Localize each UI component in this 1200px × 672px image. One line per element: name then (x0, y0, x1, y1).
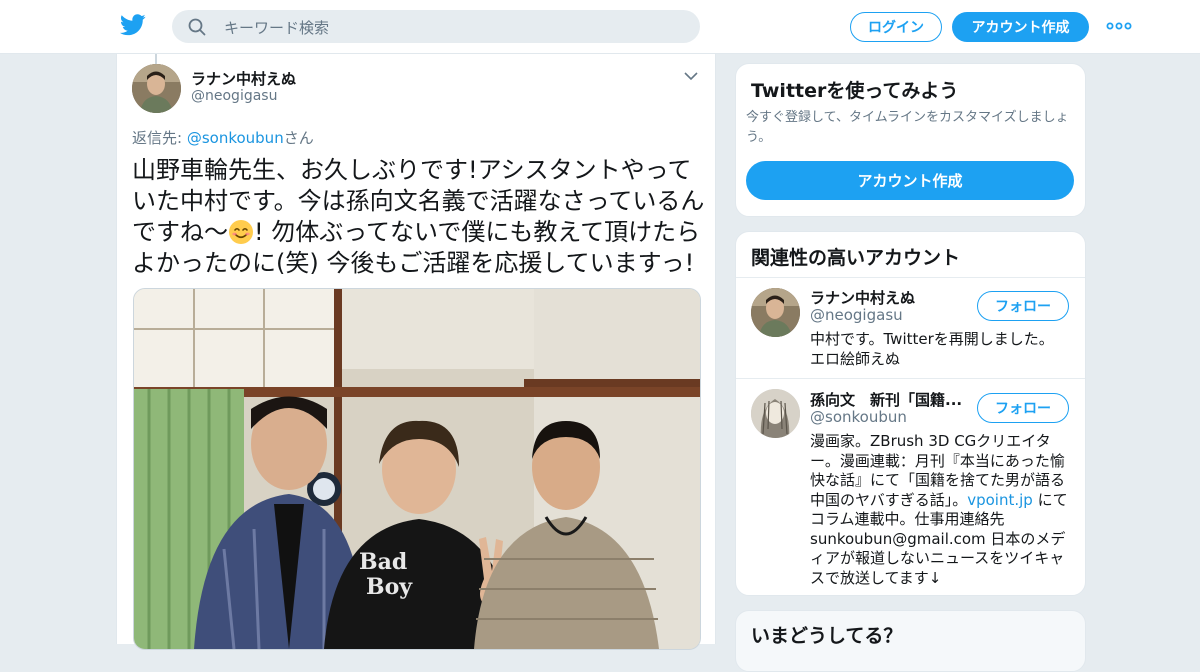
trends-card: いまどうしてる？ (735, 610, 1086, 672)
related-accounts-title: 関連性の高いアカウント (751, 247, 961, 269)
search-icon (188, 18, 206, 36)
tweet-text: 山野車輪先生、お久しぶりです!アシスタントやっていた中村です。今は孫向文名義で活… (132, 155, 707, 279)
svg-text:Boy: Boy (366, 574, 413, 600)
search-input[interactable] (222, 10, 686, 45)
tweet-card: ラナン中村えぬ @neogigasu 返信先: @sonkoubunさん 山野車… (116, 54, 716, 650)
signup-card-subtitle: 今すぐ登録して、タイムラインをカスタマイズしましょう。 (746, 110, 1069, 145)
follow-button[interactable]: フォロー (977, 393, 1069, 423)
account-bio-link[interactable]: vpoint.jp (967, 491, 1033, 509)
related-accounts-card: 関連性の高いアカウント ラナン中村えぬ @neogigasu フォロー 中村です… (735, 231, 1086, 596)
signup-card-title: Twitterを使ってみよう (751, 80, 959, 102)
divider (736, 277, 1085, 278)
signup-promo-card: Twitterを使ってみよう 今すぐ登録して、タイムラインをカスタマイズしましょ… (735, 63, 1086, 217)
thread-line (155, 54, 157, 64)
top-navigation-bar: ログイン アカウント作成 (0, 0, 1200, 54)
account-handle[interactable]: @sonkoubun (810, 408, 907, 426)
reply-mention-link[interactable]: @sonkoubun (187, 129, 284, 147)
search-box[interactable] (172, 10, 700, 45)
login-button[interactable]: ログイン (850, 12, 942, 42)
avatar[interactable] (132, 64, 181, 113)
follow-button[interactable]: フォロー (977, 291, 1069, 321)
tweet-photo[interactable]: Bad Boy (133, 288, 701, 650)
chevron-down-icon[interactable] (683, 70, 699, 82)
more-dots-icon[interactable] (1106, 18, 1132, 34)
signup-button[interactable]: アカウント作成 (952, 12, 1089, 42)
account-bio: 中村です。Twitterを再開しました。 エロ絵師えぬ (810, 330, 1054, 368)
reply-context: 返信先: @sonkoubunさん (132, 127, 314, 148)
avatar[interactable] (751, 389, 800, 438)
tweet-author-handle[interactable]: @neogigasu (191, 88, 277, 104)
account-handle[interactable]: @neogigasu (810, 306, 903, 324)
twitter-bird-icon[interactable] (120, 14, 146, 36)
reply-prefix: 返信先: (132, 129, 187, 147)
tweet-author-name[interactable]: ラナン中村えぬ (191, 68, 296, 89)
account-bio: 漫画家。ZBrush 3D CGクリエイター。漫画連載：月刊『本当にあった愉快な… (810, 432, 1072, 588)
signup-card-button[interactable]: アカウント作成 (746, 161, 1074, 200)
account-name[interactable]: ラナン中村えぬ (810, 287, 915, 308)
reply-suffix: さん (283, 129, 314, 147)
trends-title: いまどうしてる？ (751, 625, 903, 647)
avatar[interactable] (751, 288, 800, 337)
divider (736, 378, 1085, 379)
svg-text:Bad: Bad (359, 549, 407, 575)
account-name[interactable]: 孫向文 新刊「国籍... (810, 389, 962, 410)
smiling-face-emoji (229, 220, 253, 244)
